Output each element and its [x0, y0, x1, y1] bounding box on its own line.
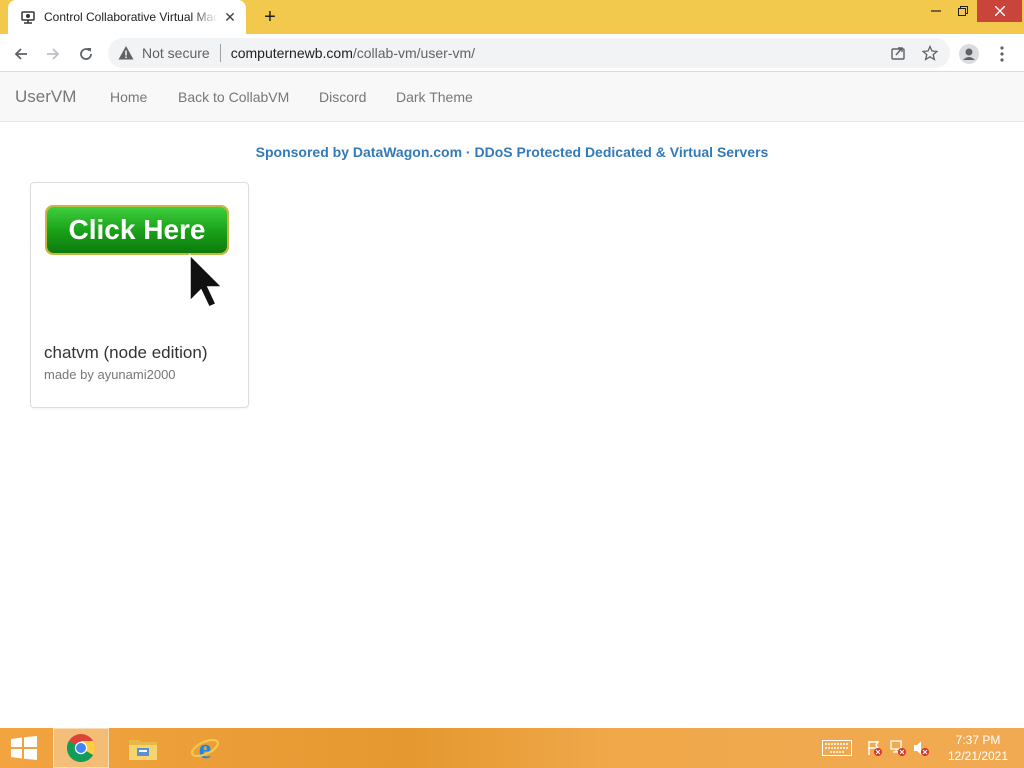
click-here-text: Click Here: [69, 214, 206, 245]
svg-text:e: e: [199, 734, 211, 763]
warning-icon: [118, 46, 134, 60]
profile-avatar-icon[interactable]: [957, 42, 981, 66]
minimize-icon[interactable]: [922, 0, 950, 22]
touch-keyboard-icon[interactable]: [822, 740, 852, 756]
bookmark-star-icon[interactable]: [922, 45, 938, 61]
brand-link[interactable]: UserVM: [15, 87, 76, 107]
address-bar[interactable]: Not secure computernewb.com/collab-vm/us…: [108, 38, 950, 68]
new-tab-icon[interactable]: +: [258, 6, 282, 28]
collabvm-favicon-icon: [21, 11, 35, 24]
vm-card-title: chatvm (node edition): [44, 343, 208, 362]
reload-icon[interactable]: [74, 42, 98, 66]
windows-start-icon[interactable]: [8, 736, 40, 760]
restore-icon[interactable]: [950, 0, 976, 22]
clock-time: 7:37 PM: [955, 733, 1001, 747]
file-explorer-icon: [129, 740, 157, 760]
sponsor-banner[interactable]: Sponsored by DataWagon.com · DDoS Protec…: [0, 144, 1024, 160]
tab-close-icon[interactable]: ✕: [222, 9, 238, 25]
mouse-cursor-icon: [189, 253, 224, 308]
nav-link-discord[interactable]: Discord: [319, 89, 366, 105]
close-window-icon[interactable]: [977, 0, 1022, 22]
nav-link-back-to-collabvm[interactable]: Back to CollabVM: [178, 89, 289, 105]
internet-explorer-icon: e: [190, 734, 220, 763]
clock-date: 12/21/2021: [947, 749, 1009, 763]
taskbar-clock[interactable]: 7:37 PM 12/21/2021: [940, 732, 1016, 764]
chrome-icon: [67, 734, 95, 762]
browser-toolbar: Not secure computernewb.com/collab-vm/us…: [0, 34, 1024, 72]
nav-link-dark-theme[interactable]: Dark Theme: [396, 89, 473, 105]
action-center-flag-icon[interactable]: [866, 740, 882, 756]
nav-link-home[interactable]: Home: [110, 89, 147, 105]
vm-card[interactable]: Click Here chatvm (node edition) made by…: [30, 182, 249, 408]
click-here-thumbnail: Click Here: [45, 205, 229, 308]
taskbar-internet-explorer[interactable]: e: [177, 728, 233, 768]
vm-card-author: made by ayunami2000: [44, 367, 176, 382]
url-host: computernewb.com: [230, 45, 353, 61]
forward-arrow-icon[interactable]: [41, 42, 65, 66]
share-icon[interactable]: [890, 45, 906, 61]
back-arrow-icon[interactable]: [9, 42, 33, 66]
omnibox-separator: [219, 44, 221, 62]
windows-taskbar: e 7:37 PM 12/21/2021: [0, 728, 1024, 768]
not-secure-label[interactable]: Not secure: [142, 45, 210, 61]
url-text[interactable]: computernewb.com/collab-vm/user-vm/: [231, 45, 475, 61]
taskbar-file-explorer[interactable]: [115, 728, 171, 768]
network-icon[interactable]: [890, 740, 906, 756]
volume-muted-icon[interactable]: [913, 740, 929, 756]
url-path: /collab-vm/user-vm/: [352, 45, 476, 61]
browser-tab[interactable]: Control Collaborative Virtual Machine ✕: [8, 0, 246, 34]
taskbar-chrome[interactable]: [53, 728, 109, 768]
browser-titlebar: Control Collaborative Virtual Machine ✕ …: [0, 0, 1024, 34]
menu-kebab-icon[interactable]: [990, 42, 1014, 66]
site-navbar: UserVM Home Back to CollabVM Discord Dar…: [0, 72, 1024, 122]
tab-title: Control Collaborative Virtual Machine: [44, 10, 218, 24]
